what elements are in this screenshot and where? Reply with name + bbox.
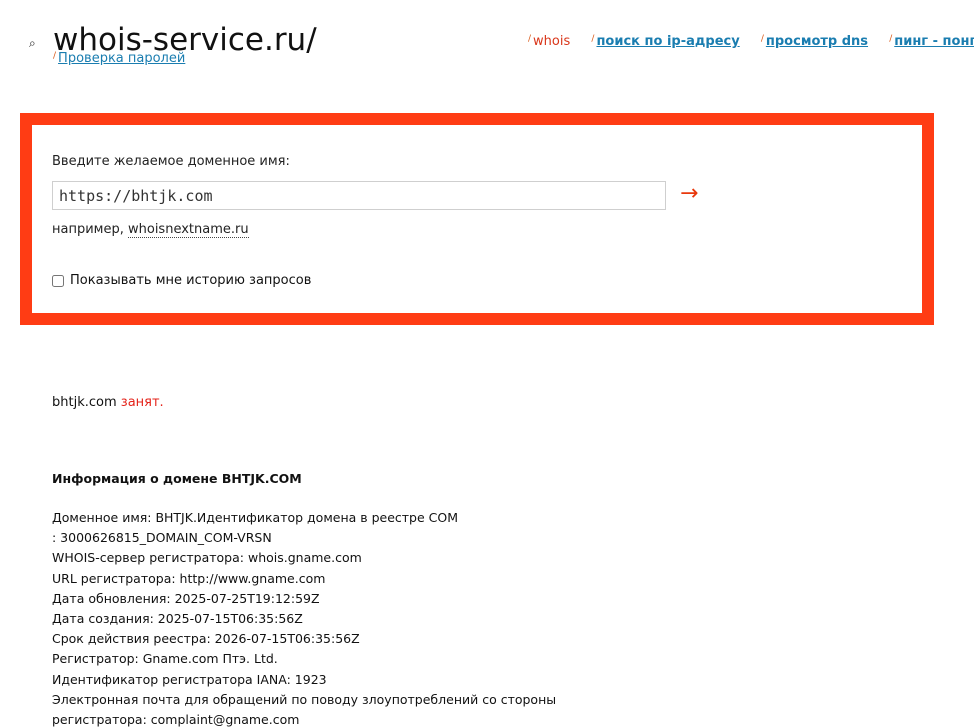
password-check-link[interactable]: / Проверка паролей: [53, 51, 185, 66]
history-checkbox[interactable]: [52, 274, 64, 287]
nav-item-label[interactable]: пинг - понг: [894, 34, 974, 49]
slash-icon: /: [760, 34, 764, 44]
example-hint: например, whoisnextname.ru: [52, 222, 249, 238]
whois-line: Дата создания: 2025-07-15T06:35:56Z: [52, 611, 303, 627]
password-check-link-label[interactable]: Проверка паролей: [58, 51, 185, 66]
nav-item-label[interactable]: поиск по ip-адресу: [596, 34, 739, 49]
whois-line: регистратора: complaint@gname.com: [52, 712, 300, 727]
whois-line: Срок действия реестра: 2026-07-15T06:35:…: [52, 631, 360, 647]
domain-input-label: Введите желаемое доменное имя:: [52, 154, 290, 169]
top-nav: / whois / поиск по ip-адресу / просмотр dns…: [528, 34, 974, 49]
whois-line: Доменное имя: BHTJK.Идентификатор домена…: [52, 510, 459, 525]
nav-item-label[interactable]: whois: [533, 34, 570, 49]
nav-item-ping[interactable]: / пинг - понг: [889, 34, 974, 49]
whois-line: Идентификатор регистратора IANA: 1923: [52, 671, 327, 687]
whois-line: : 3000626815_DOMAIN_COM-VRSN: [52, 530, 272, 546]
magnifier-icon: ⌕: [29, 36, 36, 50]
nav-item-ip-search[interactable]: / поиск по ip-адресу: [591, 34, 739, 49]
whois-info: Доменное имя: BHTJK.Идентификатор домена…: [52, 508, 612, 727]
example-link[interactable]: whoisnextname.ru: [128, 222, 249, 238]
whois-line: WHOIS-сервер регистратора: whois.gname.c…: [52, 550, 362, 566]
slash-icon: /: [591, 34, 595, 44]
domain-search-form: Введите желаемое доменное имя: → наприме…: [20, 113, 934, 325]
submit-arrow-icon[interactable]: →: [680, 180, 698, 208]
status-badge: занят.: [120, 395, 164, 410]
page: ⌕ whois-service.ru/ / Проверка паролей / w…: [0, 0, 974, 727]
whois-line: Регистратор: Gname.com Птэ. Ltd.: [52, 651, 278, 667]
slash-icon: /: [528, 34, 532, 44]
domain-info-title: Информация о домене BHTJK.COM: [52, 471, 302, 486]
slash-icon: /: [889, 34, 893, 44]
example-prefix: например,: [52, 222, 128, 237]
whois-line: Электронная почта для обращений по повод…: [52, 691, 557, 707]
nav-item-label[interactable]: просмотр dns: [766, 34, 868, 49]
whois-line: URL регистратора: http://www.gname.com: [52, 570, 326, 586]
history-toggle[interactable]: Показывать мне историю запросов: [52, 273, 311, 288]
domain-input[interactable]: [52, 181, 666, 210]
history-label: Показывать мне историю запросов: [70, 273, 312, 288]
nav-item-whois[interactable]: / whois: [528, 34, 570, 49]
nav-item-dns-view[interactable]: / просмотр dns: [761, 34, 868, 49]
domain-status: bhtjk.com занят.: [52, 395, 164, 410]
result-domain: bhtjk.com: [52, 395, 117, 410]
slash-icon: /: [53, 51, 57, 61]
whois-line: Дата обновления: 2025-07-25T19:12:59Z: [52, 590, 320, 606]
